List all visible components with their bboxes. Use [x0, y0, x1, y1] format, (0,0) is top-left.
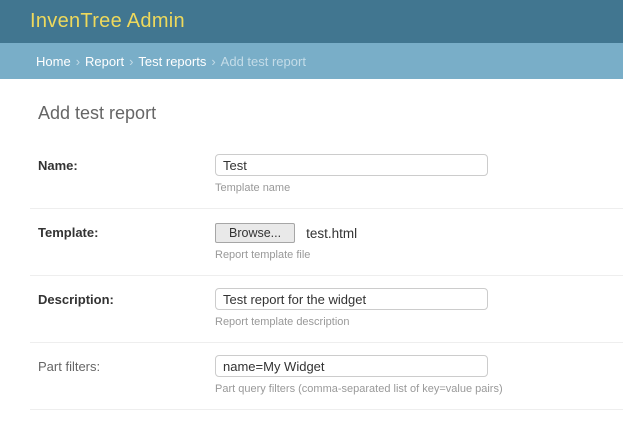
name-help-text: Template name: [215, 182, 488, 195]
breadcrumb-separator: ›: [211, 54, 215, 69]
part-filters-help-text: Part query filters (comma-separated list…: [215, 383, 503, 396]
breadcrumb-current-page: Add test report: [221, 54, 306, 69]
template-help-text: Report template file: [215, 249, 357, 262]
template-field-box: Browse... test.html Report template file: [215, 221, 357, 262]
browse-file-button[interactable]: Browse...: [215, 223, 295, 243]
main-content: Add test report Name: Template name Temp…: [0, 79, 623, 410]
add-test-report-form: Name: Template name Template: Browse... …: [30, 142, 623, 410]
description-help-text: Report template description: [215, 316, 488, 329]
name-field-box: Template name: [215, 154, 488, 195]
breadcrumb-separator: ›: [76, 54, 80, 69]
name-field-label: Name:: [38, 154, 215, 173]
description-field-label: Description:: [38, 288, 215, 307]
template-field-label: Template:: [38, 221, 215, 240]
part-filters-input[interactable]: [215, 355, 488, 377]
part-filters-field-label: Part filters:: [38, 355, 215, 374]
description-input[interactable]: [215, 288, 488, 310]
form-row-name: Name: Template name: [30, 142, 623, 209]
selected-file-name: test.html: [306, 226, 357, 241]
form-row-template: Template: Browse... test.html Report tem…: [30, 209, 623, 276]
breadcrumb-link-home[interactable]: Home: [36, 54, 71, 69]
part-filters-field-box: Part query filters (comma-separated list…: [215, 355, 503, 396]
breadcrumb-link-test-reports[interactable]: Test reports: [138, 54, 206, 69]
form-row-description: Description: Report template description: [30, 276, 623, 343]
form-row-part-filters: Part filters: Part query filters (comma-…: [30, 343, 623, 410]
description-field-box: Report template description: [215, 288, 488, 329]
breadcrumb: Home › Report › Test reports › Add test …: [0, 43, 623, 79]
admin-header: InvenTree Admin: [0, 0, 623, 43]
breadcrumb-link-report[interactable]: Report: [85, 54, 124, 69]
name-input[interactable]: [215, 154, 488, 176]
page-title: Add test report: [38, 103, 623, 124]
site-title-link[interactable]: InvenTree Admin: [30, 10, 185, 33]
breadcrumb-separator: ›: [129, 54, 133, 69]
